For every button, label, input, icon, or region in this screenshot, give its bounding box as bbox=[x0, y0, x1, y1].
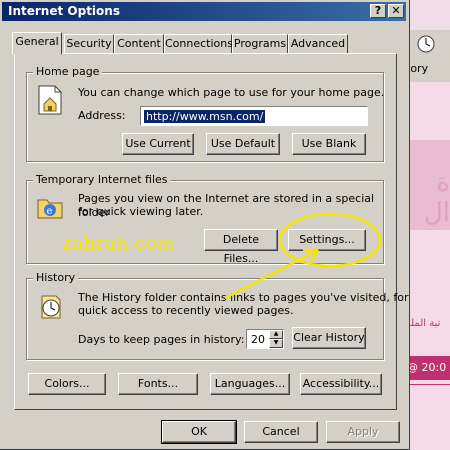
tab-general[interactable]: General bbox=[12, 32, 62, 55]
highlight-annotation bbox=[224, 212, 382, 300]
highlight-arrow bbox=[224, 248, 319, 300]
highlight-circle bbox=[278, 212, 382, 268]
